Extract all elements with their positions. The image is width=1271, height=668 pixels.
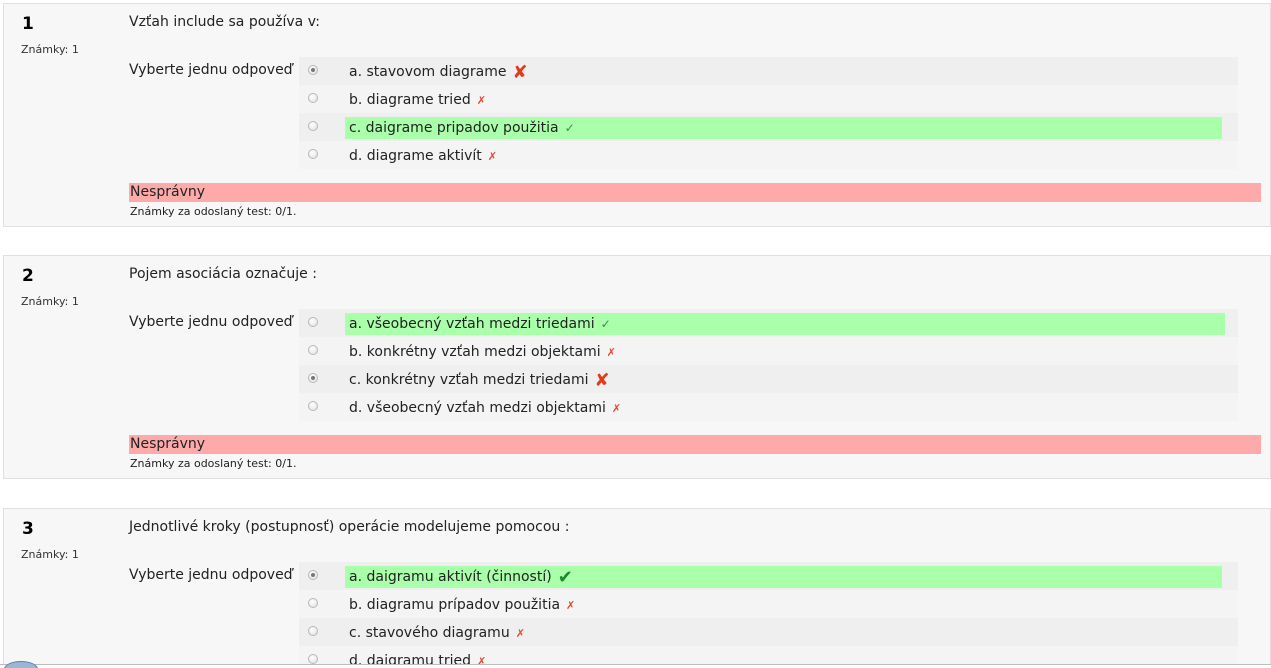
radio-button[interactable] [308, 373, 318, 383]
answer-option-d[interactable]: d. všeobecný vzťah medzi objektami ✗ [299, 393, 1238, 421]
question-1: 1 Známky: 1 Vzťah include sa používa v: … [3, 3, 1271, 227]
answer-list: a. daigramu aktivít (činností) ✔ b. diagr… [299, 562, 1238, 668]
cross-big-icon: ✘ [512, 62, 528, 83]
answer-label: a. všeobecný vzťah medzi triedami ✓ [345, 313, 1225, 335]
answer-label: d. diagrame aktivít ✗ [345, 145, 501, 167]
answer-list: a. všeobecný vzťah medzi triedami ✓ b. ko… [299, 309, 1238, 421]
answer-option-a[interactable]: a. všeobecný vzťah medzi triedami ✓ [299, 309, 1238, 337]
answer-option-a[interactable]: a. stavovom diagrame ✘ [299, 57, 1238, 85]
answer-label: d. všeobecný vzťah medzi objektami ✗ [345, 397, 625, 419]
answer-label: b. diagrame tried ✗ [345, 89, 490, 111]
check-small-icon: ✓ [600, 317, 611, 331]
grade-summary: Známky za odoslaný test: 0/1. [130, 457, 297, 470]
answer-prompt: Vyberte jednu odpoveď [129, 314, 293, 330]
cross-small-icon: ✗ [611, 402, 622, 415]
cross-small-icon: ✗ [606, 346, 616, 359]
answer-text: a. všeobecný vzťah medzi triedami [349, 316, 595, 332]
check-big-icon: ✔ [557, 567, 573, 588]
answer-label: c. konkrétny vzťah medzi triedami ✘ [345, 369, 614, 391]
answer-text: a. stavovom diagrame [349, 64, 507, 80]
answer-text: d. všeobecný vzťah medzi objektami [349, 400, 606, 416]
answer-text: b. konkrétny vzťah medzi objektami [349, 344, 601, 360]
answer-option-c[interactable]: c. stavového diagramu ✗ [299, 618, 1238, 646]
question-number: 3 [22, 519, 34, 539]
answer-list: a. stavovom diagrame ✘ b. diagrame tried ✗… [299, 57, 1238, 169]
answer-text: c. stavového diagramu [349, 625, 510, 641]
radio-button[interactable] [308, 626, 318, 636]
answer-label: a. daigramu aktivít (činností) ✔ [345, 566, 1222, 588]
answer-option-b[interactable]: b. konkrétny vzťah medzi objektami ✗ [299, 337, 1238, 365]
answer-text: b. diagramu prípadov použitia [349, 597, 561, 613]
question-text: Pojem asociácia označuje : [129, 266, 317, 282]
cross-small-icon: ✗ [515, 627, 525, 640]
radio-button[interactable] [308, 345, 318, 355]
answer-text: b. diagrame tried [349, 92, 471, 108]
radio-button[interactable] [308, 93, 318, 103]
grade-summary: Známky za odoslaný test: 0/1. [130, 205, 297, 218]
radio-button[interactable] [308, 598, 318, 608]
question-number: 2 [22, 266, 34, 286]
answer-text: d. diagrame aktivít [349, 148, 482, 164]
question-text: Vzťah include sa používa v: [129, 14, 320, 30]
window-bottom-edge [0, 664, 1271, 668]
answer-label: a. stavovom diagrame ✘ [345, 61, 532, 83]
answer-option-b[interactable]: b. diagrame tried ✗ [299, 85, 1238, 113]
answer-option-a[interactable]: a. daigramu aktivít (činností) ✔ [299, 562, 1238, 590]
radio-button[interactable] [308, 654, 318, 664]
feedback-incorrect: Nesprávny [129, 435, 1261, 454]
check-small-icon: ✓ [564, 121, 575, 135]
question-grade: Známky: 1 [21, 295, 79, 308]
radio-button[interactable] [308, 401, 318, 411]
answer-option-c[interactable]: c. konkrétny vzťah medzi triedami ✘ [299, 365, 1238, 393]
question-grade: Známky: 1 [21, 548, 79, 561]
question-number: 1 [22, 14, 34, 34]
answer-prompt: Vyberte jednu odpoveď [129, 567, 293, 583]
answer-text: c. daigrame pripadov použitia [349, 120, 559, 136]
radio-button[interactable] [308, 121, 318, 131]
radio-button[interactable] [308, 317, 318, 327]
cross-small-icon: ✗ [566, 599, 576, 612]
radio-button[interactable] [308, 65, 318, 75]
answer-prompt: Vyberte jednu odpoveď [129, 62, 293, 78]
quiz-review-page: 1 Známky: 1 Vzťah include sa používa v: … [0, 0, 1271, 668]
answer-label: c. stavového diagramu ✗ [345, 622, 529, 644]
cross-big-icon: ✘ [594, 370, 610, 391]
question-2: 2 Známky: 1 Pojem asociácia označuje : V… [3, 255, 1271, 479]
answer-text: c. konkrétny vzťah medzi triedami [349, 372, 589, 388]
cross-small-icon: ✗ [476, 94, 486, 107]
answer-label: b. konkrétny vzťah medzi objektami ✗ [345, 341, 620, 363]
radio-button[interactable] [308, 149, 318, 159]
answer-option-b[interactable]: b. diagramu prípadov použitia ✗ [299, 590, 1238, 618]
question-grade: Známky: 1 [21, 43, 79, 56]
radio-button[interactable] [308, 570, 318, 580]
question-text: Jednotlivé kroky (postupnosť) operácie m… [129, 519, 570, 535]
answer-label: b. diagramu prípadov použitia ✗ [345, 594, 579, 616]
feedback-incorrect: Nesprávny [129, 183, 1261, 202]
cross-small-icon: ✗ [487, 150, 498, 163]
answer-option-d[interactable]: d. diagrame aktivít ✗ [299, 141, 1238, 169]
answer-label: c. daigrame pripadov použitia ✓ [345, 117, 1222, 139]
answer-option-c[interactable]: c. daigrame pripadov použitia ✓ [299, 113, 1238, 141]
answer-text: a. daigramu aktivít (činností) [349, 569, 552, 585]
question-3: 3 Známky: 1 Jednotlivé kroky (postupnosť… [3, 508, 1271, 668]
